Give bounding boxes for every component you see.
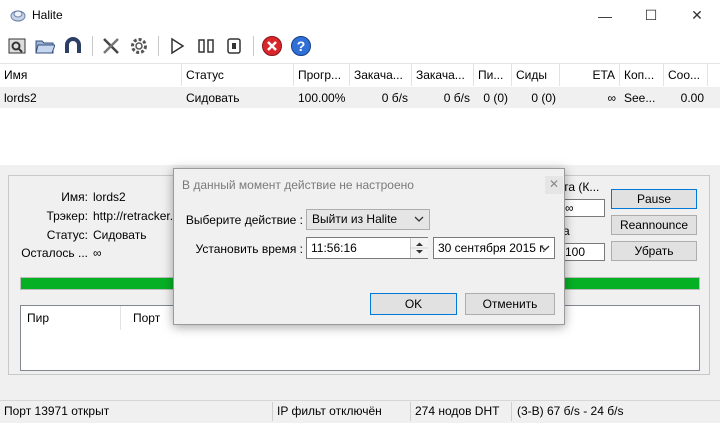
dht-status: 274 нодов DHT [415,404,500,418]
status-separator [410,402,411,421]
column-header-peers[interactable]: Пи... [474,64,512,86]
limit-label: та (К... [563,180,600,194]
cell-upload: 0 б/s [443,91,470,105]
name-value: lords2 [93,190,126,204]
remaining-label: Осталось ... [21,246,88,260]
pause-toolbar-button[interactable] [195,35,217,57]
column-header-upload[interactable]: Закача... [412,64,474,86]
column-header-download[interactable]: Закача... [350,64,412,86]
reannounce-button[interactable]: Reannounce [611,215,697,235]
spinner-arrows-icon [411,242,428,254]
column-header-copies[interactable]: Коп... [620,64,664,86]
action-select[interactable]: Выйти из Halite [306,209,430,230]
remaining-value: ∞ [93,246,102,260]
column-header-name[interactable]: Имя [0,64,182,86]
ip-filter-status: IP фильт отключён [277,404,382,418]
transfer-speed: (3-B) 67 б/s - 24 б/s [517,404,624,418]
window-title: Halite [32,8,63,22]
cell-download: 0 б/s [381,91,408,105]
dialog-title: В данный момент действие не настроено [182,178,414,192]
action-select-value: Выйти из Halite [312,212,398,226]
toolbar-separator [253,36,254,56]
cell-seeds: 0 (0) [531,91,556,105]
column-header-progress[interactable]: Прогр... [294,64,350,86]
help-button[interactable]: ? [290,35,312,57]
column-header-eta[interactable]: ETA [560,64,620,86]
status-separator [272,402,273,421]
column-header-status[interactable]: Статус [182,64,294,86]
cell-name: lords2 [4,91,37,105]
pause-button[interactable]: Pause [611,189,697,209]
maximize-icon: ☐ [644,7,658,23]
dialog-close-button[interactable]: ✕ [545,176,563,194]
cell-copies: See... [624,91,656,105]
tools-button[interactable] [100,35,122,57]
magnet-button[interactable] [62,35,84,57]
tools-icon [103,38,119,54]
cell-ratio: 0.00 [680,91,704,105]
status-label: Статус: [46,228,88,242]
svg-text:?: ? [297,38,306,54]
date-value: 30 сентября 2015 г. [438,241,546,255]
peers-column-port[interactable]: Порт [121,306,173,330]
pause-icon [198,39,214,53]
magnet-icon [65,37,81,53]
open-folder-icon [35,40,55,54]
chevron-down-icon [540,245,550,251]
time-value: 11:56:16 [311,241,357,255]
settings-button[interactable] [128,35,150,57]
add-torrent-button[interactable] [6,35,28,57]
status-value: Сидовать [93,228,147,242]
cell-eta: ∞ [607,91,616,105]
toolbar-separator [92,36,93,56]
add-torrent-icon [8,38,26,54]
open-folder-button[interactable] [34,35,56,57]
remove-button[interactable]: Убрать [611,241,697,261]
time-spinner[interactable] [410,238,428,258]
close-button[interactable]: ✕ [674,0,720,31]
peers-column-peer[interactable]: Пир [21,306,121,330]
minimize-button[interactable]: — [582,0,628,31]
play-icon [171,37,185,55]
stop-button[interactable] [223,35,245,57]
ok-button[interactable]: OK [370,293,457,315]
status-separator [511,402,512,421]
port-status: Порт 13971 открыт [4,404,110,418]
cell-progress: 100.00% [298,91,346,105]
resume-button[interactable] [166,35,188,57]
chevron-down-icon [414,216,424,222]
cell-peers: 0 (0) [483,91,508,105]
tracker-value: http://retracker.l [93,209,176,223]
maximize-button[interactable]: ☐ [628,0,674,31]
column-header-seeds[interactable]: Сиды [512,64,560,86]
time-label: Установить время : [195,242,303,256]
minimize-icon: — [598,7,612,24]
halite-logo-icon [10,10,26,22]
stop-icon [227,38,241,54]
close-icon: ✕ [691,7,703,23]
remove-icon [262,36,282,56]
tracker-label: Трэкер: [46,209,88,223]
toolbar-separator [158,36,159,56]
name-label: Имя: [61,190,88,204]
close-icon: ✕ [548,177,560,191]
help-icon: ? [291,36,311,56]
cancel-button[interactable]: Отменить [465,293,555,315]
ratio-field[interactable]: 100 [560,243,605,261]
limit-field[interactable]: ∞ [560,199,605,217]
cell-status: Сидовать [186,91,240,105]
date-picker[interactable]: 30 сентября 2015 г. [433,237,555,259]
remove-torrent-button[interactable] [261,35,283,57]
settings-gear-icon [131,38,147,54]
action-label: Выберите действие : [185,213,303,227]
column-header-ratio[interactable]: Соо... [664,64,708,86]
